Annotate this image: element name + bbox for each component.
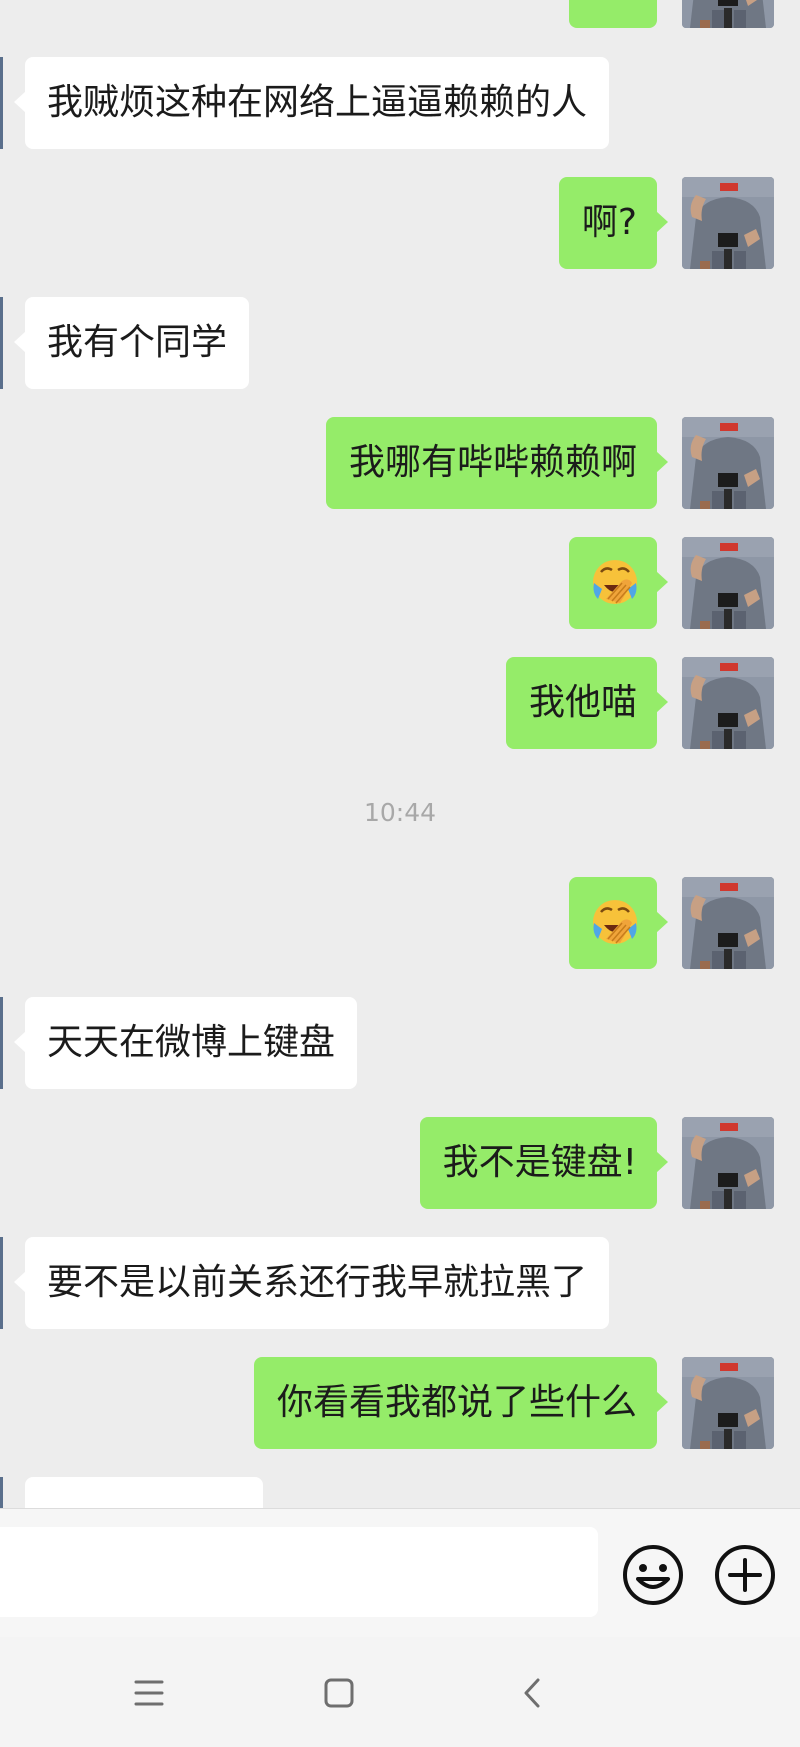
message-text: 啊? [581,202,637,243]
message-text: 天天在微博上键盘 [47,1022,336,1063]
message-timestamp: 10:44 [363,798,437,827]
contact-avatar[interactable] [0,997,3,1089]
message-text: 你看看我都说了些什么 [276,1382,637,1423]
message-text: 我有个同学 [47,322,228,363]
message-text: 我哪有哔哔赖赖啊 [348,442,637,483]
my-avatar[interactable] [682,1117,774,1209]
message-bubble-incoming[interactable]: 要不是以前关系还行我早就拉黑了 [13,1237,610,1329]
message-bubble-outgoing[interactable]: 我哪有哔哔赖赖啊 [325,417,669,509]
my-avatar[interactable] [682,1357,774,1449]
message-bubble-outgoing[interactable] [569,537,668,629]
face-palm-crying-laughing-emoji [592,899,638,945]
my-avatar[interactable] [682,657,774,749]
my-avatar[interactable] [682,537,774,629]
message-bubble-outgoing[interactable]: 我不是键盘! [419,1117,669,1209]
message-bubble-partial[interactable] [569,0,657,28]
chat-area: 我贼烦这种在网络上逼逼赖赖的人 啊? 我有个同学 我哪有哔哔赖赖啊 我他喵 10… [0,0,800,1508]
message-text: 要不是以前关系还行我早就拉黑了 [47,1262,588,1303]
message-input-bar [0,1508,800,1637]
message-bubble-outgoing[interactable] [569,877,668,969]
message-input[interactable] [0,1527,598,1617]
my-avatar[interactable] [682,0,774,28]
my-avatar[interactable] [682,877,774,969]
message-text: 我贼烦这种在网络上逼逼赖赖的人 [47,82,588,123]
plus-circle-icon[interactable] [713,1543,777,1607]
contact-avatar[interactable] [0,57,3,149]
message-bubble-outgoing[interactable]: 啊? [558,177,669,269]
message-bubble-incoming[interactable]: 我有个同学 [13,297,250,389]
message-text: 我不是键盘! [442,1142,637,1183]
contact-avatar[interactable] [0,1477,3,1508]
my-avatar[interactable] [682,177,774,269]
contact-avatar[interactable] [0,297,3,389]
contact-avatar[interactable] [0,1237,3,1329]
square-home-icon[interactable] [314,1671,364,1715]
my-avatar[interactable] [682,417,774,509]
message-bubble-outgoing[interactable]: 我他喵 [505,657,669,749]
message-bubble-incoming[interactable]: 天天在微博上键盘 [13,997,358,1089]
chevron-left-icon[interactable] [508,1671,558,1715]
menu-lines-icon[interactable] [124,1671,174,1715]
system-nav-bar [0,1637,800,1747]
face-palm-crying-laughing-emoji [592,559,638,605]
message-bubble-partial[interactable] [25,1477,263,1508]
message-bubble-incoming[interactable]: 我贼烦这种在网络上逼逼赖赖的人 [13,57,610,149]
message-bubble-outgoing[interactable]: 你看看我都说了些什么 [253,1357,669,1449]
message-text: 我他喵 [528,682,637,723]
smiley-face-icon[interactable] [621,1543,685,1607]
